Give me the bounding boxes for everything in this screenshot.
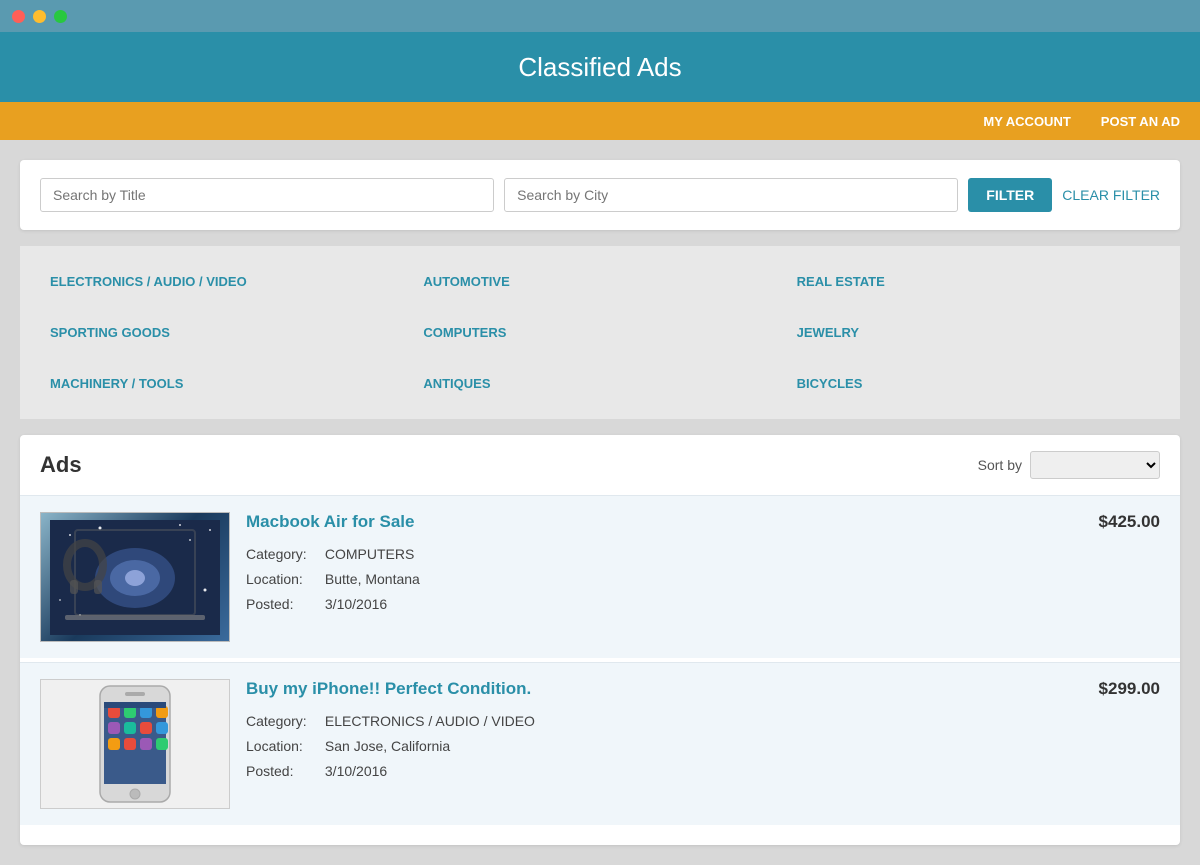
ad-title-row-iphone: Buy my iPhone!! Perfect Condition. $299.… <box>246 679 1160 699</box>
ad-details-macbook: Macbook Air for Sale $425.00 Category: C… <box>246 512 1160 618</box>
ad-category-macbook: Category: COMPUTERS <box>246 542 1160 567</box>
sort-select[interactable]: Price: Low to High Price: High to Low Ne… <box>1030 451 1160 479</box>
category-computers[interactable]: COMPUTERS <box>413 307 786 358</box>
ads-header: Ads Sort by Price: Low to High Price: Hi… <box>40 451 1160 479</box>
ad-posted-iphone: Posted: 3/10/2016 <box>246 759 1160 784</box>
minimize-button[interactable] <box>33 10 46 23</box>
ad-details-iphone: Buy my iPhone!! Perfect Condition. $299.… <box>246 679 1160 785</box>
ad-price-macbook: $425.00 <box>1099 512 1160 532</box>
close-button[interactable] <box>12 10 25 23</box>
maximize-button[interactable] <box>54 10 67 23</box>
main-content: FILTER CLEAR FILTER ELECTRONICS / AUDIO … <box>0 140 1200 865</box>
nav-bar: MY ACCOUNT POST AN AD <box>0 102 1200 140</box>
my-account-link[interactable]: MY ACCOUNT <box>983 114 1070 129</box>
ad-image-iphone <box>40 679 230 809</box>
category-antiques[interactable]: ANTIQUES <box>413 358 786 409</box>
ad-category-iphone: Category: ELECTRONICS / AUDIO / VIDEO <box>246 709 1160 734</box>
ad-location-iphone: Location: San Jose, California <box>246 734 1160 759</box>
search-city-input[interactable] <box>504 178 958 212</box>
app-title: Classified Ads <box>518 52 681 83</box>
ad-posted-macbook: Posted: 3/10/2016 <box>246 592 1160 617</box>
category-sporting-goods[interactable]: SPORTING GOODS <box>40 307 413 358</box>
title-bar <box>0 0 1200 32</box>
category-real-estate[interactable]: REAL ESTATE <box>787 256 1160 307</box>
category-automotive[interactable]: AUTOMOTIVE <box>413 256 786 307</box>
search-title-input[interactable] <box>40 178 494 212</box>
filter-button[interactable]: FILTER <box>968 178 1052 212</box>
ad-title-row-macbook: Macbook Air for Sale $425.00 <box>246 512 1160 532</box>
ad-item-macbook: Macbook Air for Sale $425.00 Category: C… <box>20 495 1180 658</box>
ad-item-iphone: Buy my iPhone!! Perfect Condition. $299.… <box>20 662 1180 825</box>
app-header: Classified Ads <box>0 32 1200 102</box>
ad-title-macbook[interactable]: Macbook Air for Sale <box>246 512 414 532</box>
category-electronics[interactable]: ELECTRONICS / AUDIO / VIDEO <box>40 256 413 307</box>
ads-title: Ads <box>40 452 82 478</box>
ad-title-iphone[interactable]: Buy my iPhone!! Perfect Condition. <box>246 679 531 699</box>
sort-by-container: Sort by Price: Low to High Price: High t… <box>978 451 1160 479</box>
categories-grid: ELECTRONICS / AUDIO / VIDEO AUTOMOTIVE R… <box>20 246 1180 419</box>
category-jewelry[interactable]: JEWELRY <box>787 307 1160 358</box>
category-bicycles[interactable]: BICYCLES <box>787 358 1160 409</box>
ad-meta-macbook: Category: COMPUTERS Location: Butte, Mon… <box>246 542 1160 618</box>
ad-image-macbook <box>40 512 230 642</box>
search-bar: FILTER CLEAR FILTER <box>20 160 1180 230</box>
ad-meta-iphone: Category: ELECTRONICS / AUDIO / VIDEO Lo… <box>246 709 1160 785</box>
ad-location-macbook: Location: Butte, Montana <box>246 567 1160 592</box>
clear-filter-link[interactable]: CLEAR FILTER <box>1062 187 1160 203</box>
sort-by-label: Sort by <box>978 457 1022 473</box>
ad-price-iphone: $299.00 <box>1099 679 1160 699</box>
category-machinery[interactable]: MACHINERY / TOOLS <box>40 358 413 409</box>
post-an-ad-link[interactable]: POST AN AD <box>1101 114 1180 129</box>
ads-section: Ads Sort by Price: Low to High Price: Hi… <box>20 435 1180 845</box>
